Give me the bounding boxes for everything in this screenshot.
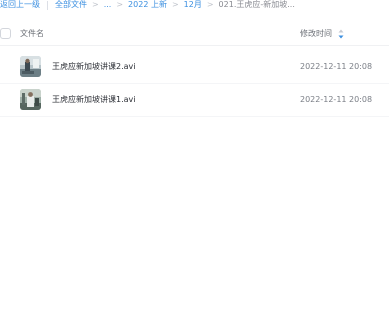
file-modified-time: 2022-12-11 20:08	[300, 95, 373, 104]
column-header-filename[interactable]: 文件名	[20, 28, 44, 40]
breadcrumb-ellipsis[interactable]: ...	[104, 0, 112, 11]
chevron-right-icon: >	[171, 0, 179, 9]
breadcrumb-divider	[47, 0, 48, 10]
column-header-modified-time[interactable]: 修改时间	[300, 28, 332, 40]
file-row[interactable]: 王虎应新加坡讲课2.avi 2022-12-11 20:08	[0, 50, 389, 84]
select-all-checkbox[interactable]	[0, 28, 11, 39]
back-link[interactable]: 返回上一级	[0, 0, 40, 11]
chevron-right-icon: >	[206, 0, 214, 9]
file-list-header: 文件名 修改时间	[0, 22, 389, 46]
breadcrumb-all-files[interactable]: 全部文件	[55, 0, 87, 11]
video-thumbnail	[20, 89, 41, 110]
file-row[interactable]: 王虎应新加坡讲课1.avi 2022-12-11 20:08	[0, 83, 389, 117]
video-thumbnail	[20, 56, 41, 77]
sort-desc-icon[interactable]	[337, 29, 345, 39]
file-name[interactable]: 王虎应新加坡讲课1.avi	[52, 94, 136, 106]
file-name[interactable]: 王虎应新加坡讲课2.avi	[52, 61, 136, 73]
breadcrumb-folder-2022[interactable]: 2022 上新	[128, 0, 167, 11]
breadcrumb: 返回上一级 全部文件 > ... > 2022 上新 > 12月 > 021.王…	[0, 0, 389, 12]
chevron-right-icon: >	[116, 0, 124, 9]
file-modified-time: 2022-12-11 20:08	[300, 62, 373, 71]
breadcrumb-folder-december[interactable]: 12月	[184, 0, 202, 11]
breadcrumb-current-folder: 021.王虎应-新加坡...	[218, 0, 295, 9]
chevron-right-icon: >	[92, 0, 99, 9]
